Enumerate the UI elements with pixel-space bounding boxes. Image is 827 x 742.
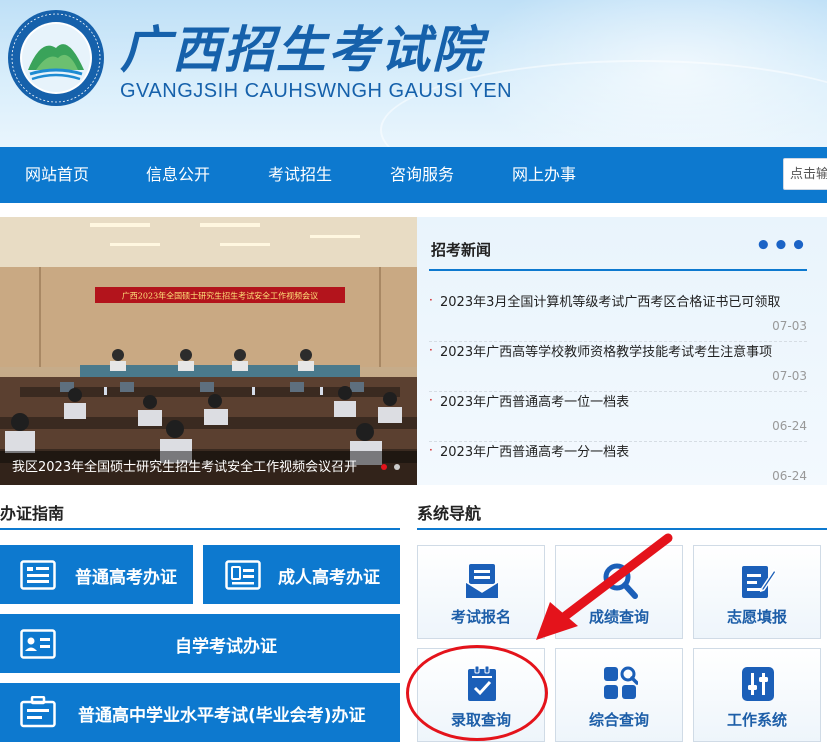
edit-form-icon <box>742 566 776 598</box>
search-input[interactable]: 点击输 <box>783 158 827 190</box>
news-item[interactable]: · 2023年广西普通高考一位一档表 06-24 <box>429 391 823 442</box>
bullet-icon: · <box>429 343 433 357</box>
banner-photo: 广西2023年全国硕士研究生招生考试安全工作视频会议 <box>0 217 417 485</box>
more-icon[interactable]: ••• <box>755 231 808 261</box>
tile-comprehensive-query[interactable]: 综合查询 <box>555 648 683 742</box>
nav-item-exam[interactable]: 考试招生 <box>268 147 332 203</box>
news-item-date: 07-03 <box>772 319 807 333</box>
registration-icon <box>465 564 499 598</box>
site-logo[interactable] <box>6 8 106 108</box>
nav-item-info[interactable]: 信息公开 <box>146 147 210 203</box>
news-item-title[interactable]: 2023年广西普通高考一分一档表 <box>440 441 629 460</box>
grid-search-icon <box>604 666 638 699</box>
nav-item-online[interactable]: 网上办事 <box>512 147 576 203</box>
tile-label: 综合查询 <box>588 711 649 729</box>
news-item[interactable]: · 2023年广西高等学校教师资格教学技能考试考生注意事项 07-03 <box>429 341 823 392</box>
guide-button-label: 普通高中学业水平考试(毕业会考)办证 <box>78 706 366 726</box>
guide-title: 办证指南 <box>0 504 65 523</box>
profile-card-icon <box>20 629 56 659</box>
tile-label: 志愿填报 <box>726 608 787 626</box>
nav-item-home[interactable]: 网站首页 <box>25 147 89 203</box>
news-item-date: 07-03 <box>772 369 807 383</box>
annotation-arrow-icon <box>536 533 673 640</box>
carousel-dot[interactable] <box>394 464 400 470</box>
work-badge-icon <box>20 696 56 728</box>
news-item-title[interactable]: 2023年广西普通高考一位一档表 <box>440 391 629 410</box>
tile-work-system[interactable]: 工作系统 <box>693 648 821 742</box>
news-item-date: 06-24 <box>772 419 807 433</box>
news-banner[interactable]: 广西2023年全国硕士研究生招生考试安全工作视频会议 我区2023年全国硕士研究… <box>0 217 417 485</box>
guide-button-gaokao[interactable]: 普通高考办证 <box>0 545 193 604</box>
tile-exam-registration[interactable]: 考试报名 <box>417 545 545 639</box>
guide-button-label: 成人高考办证 <box>278 568 380 588</box>
news-item-title[interactable]: 2023年广西高等学校教师资格教学技能考试考生注意事项 <box>440 341 772 360</box>
annotation-circle <box>406 645 548 741</box>
guide-button-label: 普通高考办证 <box>75 568 177 588</box>
site-subtitle: GVANGJSIH CAUHSWNGH GAUJSI YEN <box>120 80 513 102</box>
bullet-icon: · <box>429 393 433 407</box>
id-badge-icon <box>225 560 261 590</box>
guide-button-label: 自学考试办证 <box>175 637 277 657</box>
tile-label: 工作系统 <box>726 711 787 729</box>
guide-button-self-study[interactable]: 自学考试办证 <box>0 614 400 673</box>
photo-banner-text: 广西2023年全国硕士研究生招生考试安全工作视频会议 <box>122 291 318 301</box>
news-item-date: 06-24 <box>772 469 807 483</box>
guide-button-high-school[interactable]: 普通高中学业水平考试(毕业会考)办证 <box>0 683 400 742</box>
site-title: 广西招生考试院 <box>120 20 484 79</box>
tile-label: 考试报名 <box>450 608 511 626</box>
news-item[interactable]: · 2023年3月全国计算机等级考试广西考区合格证书已可领取 07-03 <box>429 291 823 342</box>
guide-button-adult[interactable]: 成人高考办证 <box>203 545 400 604</box>
carousel-dot-active[interactable] <box>381 464 387 470</box>
news-panel: 招考新闻 ••• · 2023年3月全国计算机等级考试广西考区合格证书已可领取 … <box>417 217 827 485</box>
guide-divider <box>0 528 400 530</box>
settings-sliders-icon <box>742 667 774 701</box>
news-item[interactable]: · 2023年广西普通高考一分一档表 06-24 <box>429 441 823 491</box>
banner-caption[interactable]: 我区2023年全国硕士研究生招生考试安全工作视频会议召开 <box>0 451 417 485</box>
bullet-icon: · <box>429 443 433 457</box>
tile-application[interactable]: 志愿填报 <box>693 545 821 639</box>
system-nav-title: 系统导航 <box>417 504 482 523</box>
main-nav: 网站首页 信息公开 考试招生 咨询服务 网上办事 <box>0 147 827 203</box>
nav-item-consult[interactable]: 咨询服务 <box>390 147 454 203</box>
news-item-title[interactable]: 2023年3月全国计算机等级考试广西考区合格证书已可领取 <box>440 291 780 310</box>
id-card-icon <box>20 560 56 590</box>
news-title: 招考新闻 <box>431 241 492 259</box>
news-divider <box>429 269 807 271</box>
bullet-icon: · <box>429 293 433 307</box>
